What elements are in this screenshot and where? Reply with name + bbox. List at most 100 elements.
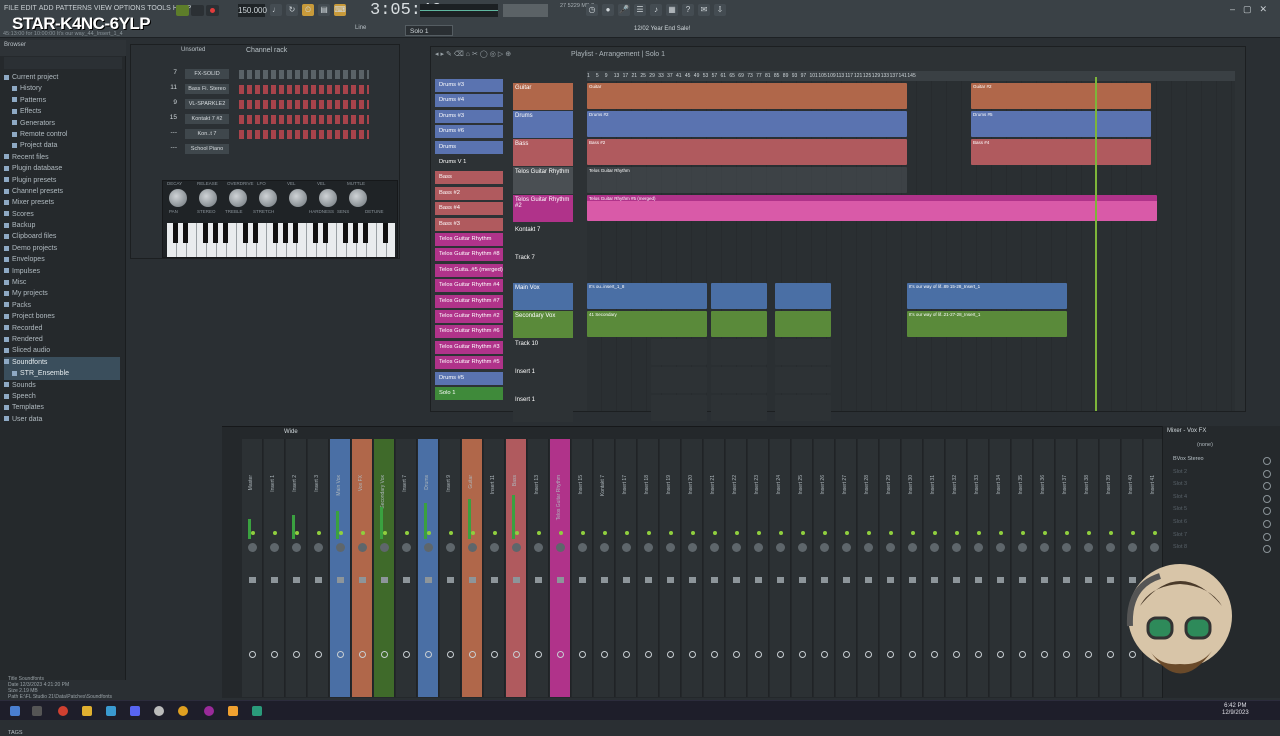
pan-knob[interactable] bbox=[842, 543, 851, 552]
mute-led[interactable] bbox=[933, 531, 937, 535]
browser-item[interactable]: Rendered bbox=[4, 334, 120, 345]
mute-led[interactable] bbox=[515, 531, 519, 535]
pattern-item[interactable]: Drums #3 bbox=[435, 109, 503, 123]
pattern-item[interactable]: Drums bbox=[435, 140, 503, 154]
record-audio-icon[interactable]: ● bbox=[602, 4, 614, 16]
volume-fader[interactable] bbox=[1019, 577, 1026, 583]
volume-fader[interactable] bbox=[271, 577, 278, 583]
browser-item[interactable]: Sounds bbox=[4, 380, 120, 391]
metronome-icon[interactable]: ♩ bbox=[270, 4, 282, 16]
track-area[interactable]: Guitar Guitar #2 Drums #2 Drums #5 Bass #2 Ba… bbox=[587, 81, 1235, 421]
channel-mixer-track[interactable]: 9 bbox=[167, 99, 177, 106]
route-button[interactable] bbox=[513, 651, 520, 658]
mixer-strip[interactable]: Insert 20 bbox=[682, 439, 703, 697]
slot-enable-icon[interactable] bbox=[1263, 457, 1271, 465]
volume-fader[interactable] bbox=[535, 577, 542, 583]
route-button[interactable] bbox=[491, 651, 498, 658]
volume-fader[interactable] bbox=[403, 577, 410, 583]
pattern-clip[interactable]: It's our way of lif..21-27-28_Insert_1 bbox=[907, 311, 1067, 337]
synth-knob[interactable] bbox=[349, 189, 367, 207]
pan-knob[interactable] bbox=[358, 543, 367, 552]
pattern-item[interactable]: Bass #4 bbox=[435, 202, 503, 216]
audio-clip[interactable] bbox=[775, 339, 831, 365]
browser-item[interactable]: Packs bbox=[4, 300, 120, 311]
menu-view[interactable]: VIEW bbox=[94, 5, 112, 12]
audio-clip[interactable] bbox=[711, 339, 767, 365]
pan-knob[interactable] bbox=[688, 543, 697, 552]
volume-fader[interactable] bbox=[821, 577, 828, 583]
pattern-selector[interactable]: Solo 1 bbox=[405, 25, 453, 36]
route-button[interactable] bbox=[689, 651, 696, 658]
audio-clip[interactable] bbox=[651, 311, 707, 337]
audio-clip[interactable] bbox=[651, 367, 707, 393]
black-key[interactable] bbox=[173, 223, 178, 243]
mute-led[interactable] bbox=[779, 531, 783, 535]
mute-led[interactable] bbox=[625, 531, 629, 535]
mute-led[interactable] bbox=[1131, 531, 1135, 535]
black-key[interactable] bbox=[213, 223, 218, 243]
black-key[interactable] bbox=[283, 223, 288, 243]
app-icon[interactable] bbox=[252, 706, 262, 716]
mixer-strip[interactable]: Main Vox bbox=[330, 439, 351, 697]
route-button[interactable] bbox=[1063, 651, 1070, 658]
route-button[interactable] bbox=[447, 651, 454, 658]
mute-led[interactable] bbox=[581, 531, 585, 535]
pan-knob[interactable] bbox=[270, 543, 279, 552]
mixer-strip[interactable]: Insert 1 bbox=[264, 439, 285, 697]
browser-item[interactable]: Sliced audio bbox=[4, 345, 120, 356]
volume-fader[interactable] bbox=[579, 577, 586, 583]
volume-fader[interactable] bbox=[1085, 577, 1092, 583]
pan-knob[interactable] bbox=[776, 543, 785, 552]
mixer-strip[interactable]: Insert 22 bbox=[726, 439, 747, 697]
fl-studio-icon[interactable] bbox=[228, 706, 238, 716]
loop-icon[interactable]: ↻ bbox=[286, 4, 298, 16]
route-button[interactable] bbox=[1019, 651, 1026, 658]
chat-icon[interactable]: ✉ bbox=[698, 4, 710, 16]
mute-led[interactable] bbox=[603, 531, 607, 535]
timeline-ruler[interactable]: 1 5 9 13 17 21 25 29 33 37 41 45 49 53 57 61 65 69 73 77 81 8… bbox=[587, 71, 1235, 81]
route-button[interactable] bbox=[843, 651, 850, 658]
mixer-strip[interactable]: Insert 29 bbox=[880, 439, 901, 697]
audio-clip[interactable] bbox=[711, 311, 767, 337]
channel-name-button[interactable]: Kontakt 7 #2 bbox=[185, 114, 229, 124]
pan-knob[interactable] bbox=[314, 543, 323, 552]
mute-led[interactable] bbox=[801, 531, 805, 535]
volume-fader[interactable] bbox=[623, 577, 630, 583]
synth-knob[interactable] bbox=[169, 189, 187, 207]
menu-tools[interactable]: TOOLS bbox=[147, 5, 171, 12]
pan-knob[interactable] bbox=[292, 543, 301, 552]
route-button[interactable] bbox=[997, 651, 1004, 658]
volume-fader[interactable] bbox=[733, 577, 740, 583]
route-button[interactable] bbox=[623, 651, 630, 658]
pattern-item[interactable]: Telos Guita..#5 (merged) bbox=[435, 263, 503, 277]
mute-led[interactable] bbox=[977, 531, 981, 535]
mute-led[interactable] bbox=[1043, 531, 1047, 535]
menu-file[interactable]: FILE bbox=[4, 5, 19, 12]
channel-row[interactable]: --- Kon..t 7 bbox=[137, 129, 369, 141]
pan-knob[interactable] bbox=[490, 543, 499, 552]
slot-enable-icon[interactable] bbox=[1263, 469, 1271, 478]
pattern-clip[interactable]: Guitar bbox=[587, 83, 907, 109]
pan-knob[interactable] bbox=[556, 543, 565, 552]
route-button[interactable] bbox=[337, 651, 344, 658]
volume-fader[interactable] bbox=[491, 577, 498, 583]
track-header[interactable]: Secondary Vox bbox=[513, 311, 573, 338]
route-button[interactable] bbox=[1041, 651, 1048, 658]
menu-edit[interactable]: EDIT bbox=[21, 5, 37, 12]
mixer-strip[interactable]: Insert 13 bbox=[528, 439, 549, 697]
mute-led[interactable] bbox=[647, 531, 651, 535]
track-header[interactable]: Telos Guitar Rhythm #2 bbox=[513, 195, 573, 222]
route-button[interactable] bbox=[865, 651, 872, 658]
pattern-clip[interactable]: Bass #4 bbox=[971, 139, 1151, 165]
black-key[interactable] bbox=[363, 223, 368, 243]
stop-button[interactable] bbox=[191, 5, 204, 16]
pan-knob[interactable] bbox=[644, 543, 653, 552]
countdown-icon[interactable]: ⏲ bbox=[302, 4, 314, 16]
pattern-item[interactable]: Drums V 1 bbox=[435, 156, 503, 169]
mute-led[interactable] bbox=[339, 531, 343, 535]
pan-knob[interactable] bbox=[886, 543, 895, 552]
route-button[interactable] bbox=[469, 651, 476, 658]
mixer-strip[interactable]: Insert 28 bbox=[858, 439, 879, 697]
mute-led[interactable] bbox=[713, 531, 717, 535]
route-button[interactable] bbox=[359, 651, 366, 658]
